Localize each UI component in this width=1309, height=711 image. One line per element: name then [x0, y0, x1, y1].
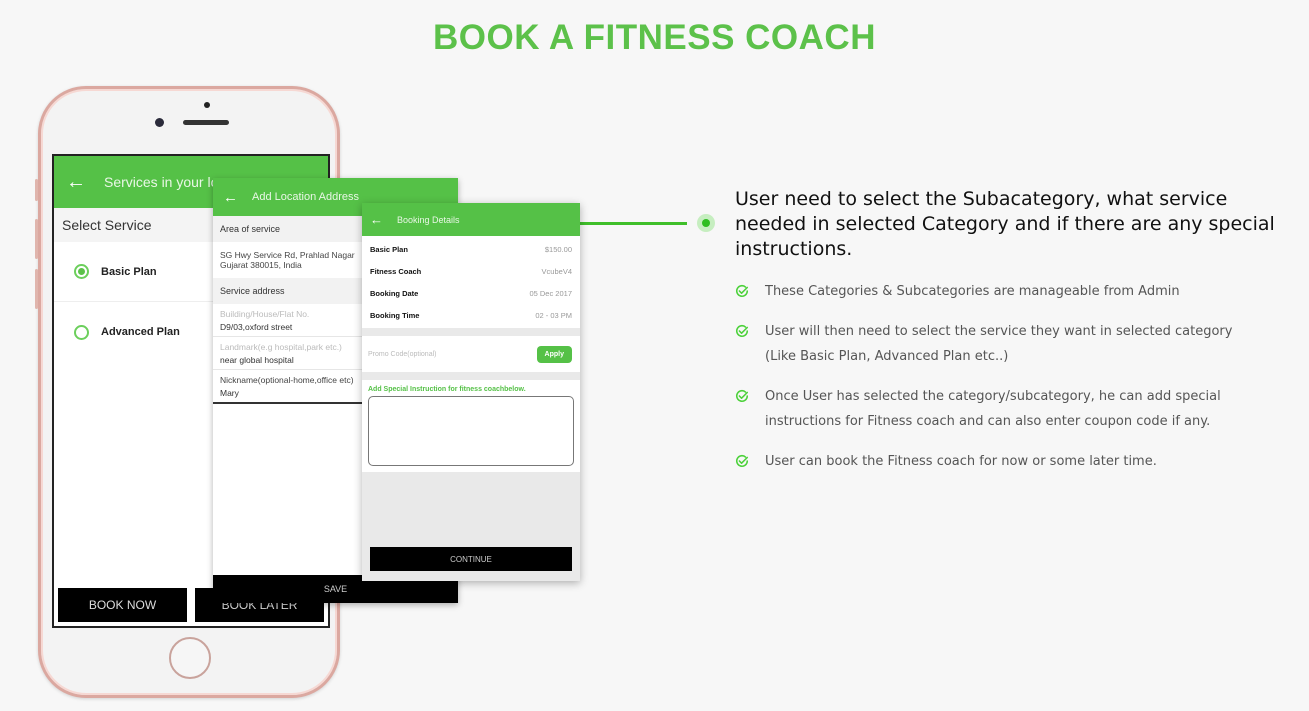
check-circle-icon	[736, 389, 749, 402]
detail-key: Fitness Coach	[370, 266, 422, 276]
arrow-left-icon[interactable]: ←	[66, 171, 86, 194]
detail-row: Booking Date 05 Dec 2017	[362, 282, 580, 304]
description-headline: User need to select the Subacategory, wh…	[735, 188, 1275, 260]
instruction-section: Add Special Instruction for fitness coac…	[362, 380, 580, 472]
radio-unchecked-icon[interactable]	[74, 324, 89, 340]
detail-key: Booking Time	[370, 310, 420, 320]
apply-button[interactable]: Apply	[536, 345, 572, 363]
plan-label: Advanced Plan	[101, 326, 180, 338]
feature-list: These Categories & Subcategories are man…	[735, 279, 1265, 489]
instruction-textarea[interactable]	[368, 396, 574, 466]
feature-item: These Categories & Subcategories are man…	[735, 279, 1265, 304]
promo-code-input[interactable]: Promo Code(optional)	[368, 351, 436, 358]
arrow-left-icon[interactable]: ←	[370, 212, 383, 227]
earpiece-speaker	[183, 120, 229, 125]
phone-volume-up	[35, 219, 38, 259]
detail-row: Basic Plan $150.00	[362, 238, 580, 260]
book-now-button[interactable]: BOOK NOW	[58, 588, 187, 622]
instruction-label: Add Special Instruction for fitness coac…	[368, 386, 526, 393]
sensor-dot	[204, 102, 210, 108]
phone-volume-down	[35, 269, 38, 309]
home-button	[169, 637, 211, 679]
detail-row: Fitness Coach VcubeV4	[362, 260, 580, 282]
feature-item: Once User has selected the category/subc…	[735, 384, 1265, 434]
arrow-left-icon[interactable]: ←	[223, 189, 238, 206]
promo-section: Promo Code(optional) Apply	[362, 336, 580, 372]
detail-value: 02 - 03 PM	[535, 310, 572, 320]
detail-key: Basic Plan	[370, 244, 408, 254]
connector-line	[580, 222, 687, 225]
detail-value: $150.00	[544, 244, 572, 254]
phone-side-button	[35, 179, 38, 201]
connector-dot-icon	[697, 214, 715, 232]
check-circle-icon	[736, 454, 749, 467]
radio-checked-icon[interactable]	[74, 264, 89, 279]
feature-text: User will then need to select the servic…	[765, 324, 1233, 364]
booking-details-title: Booking Details	[397, 214, 460, 225]
feature-text: Once User has selected the category/subc…	[765, 389, 1221, 429]
detail-value: 05 Dec 2017	[529, 288, 572, 298]
booking-details-header: ← Booking Details	[362, 203, 580, 236]
booking-details-screen: ← Booking Details Basic Plan $150.00 Fit…	[362, 203, 580, 581]
check-circle-icon	[736, 324, 749, 337]
detail-row: Booking Time 02 - 03 PM	[362, 304, 580, 326]
add-location-title: Add Location Address	[252, 191, 360, 203]
front-camera	[155, 118, 164, 127]
feature-text: These Categories & Subcategories are man…	[765, 284, 1180, 299]
plan-label: Basic Plan	[101, 265, 157, 278]
services-header-title: Services in your loc	[104, 174, 226, 190]
booking-summary: Basic Plan $150.00 Fitness Coach VcubeV4…	[362, 236, 580, 328]
feature-item: User will then need to select the servic…	[735, 319, 1265, 369]
feature-item: User can book the Fitness coach for now …	[735, 449, 1265, 474]
continue-button[interactable]: CONTINUE	[370, 547, 572, 571]
page-title: BOOK A FITNESS COACH	[433, 18, 876, 57]
detail-value: VcubeV4	[541, 266, 572, 276]
feature-text: User can book the Fitness coach for now …	[765, 454, 1157, 469]
check-circle-icon	[736, 284, 749, 297]
detail-key: Booking Date	[370, 288, 419, 298]
